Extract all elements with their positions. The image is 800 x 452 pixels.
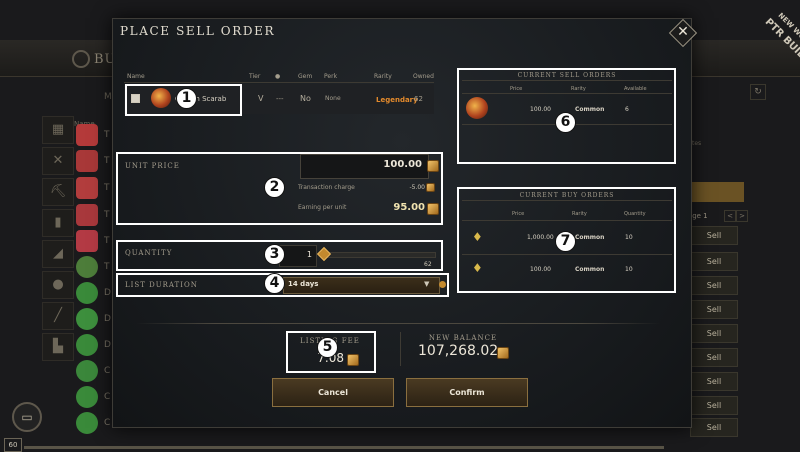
category-tools-icon[interactable]: ⛏ [42,178,74,206]
annotation-number: 3 [264,244,285,265]
annotation-number: 2 [264,177,285,198]
confirm-button[interactable]: Confirm [406,378,528,407]
item-header-tier: Tier [249,73,261,80]
page-prev-button[interactable]: < [724,210,736,222]
list-item[interactable] [76,334,98,356]
item-header-gearscore: ● [275,73,281,80]
sell-button[interactable]: Sell [690,300,738,319]
coin-icon [497,347,509,359]
item-perk: None [325,95,341,102]
item-gear-score: --- [276,95,284,103]
list-item[interactable] [76,177,98,199]
background-text: tes [692,140,702,147]
item-header-gem: Gem [298,73,313,80]
cancel-button[interactable]: Cancel [272,378,394,407]
sell-button[interactable]: Sell [690,324,738,343]
sell-button[interactable]: Sell [690,396,738,415]
section-divider [136,323,660,324]
list-item[interactable] [76,256,98,278]
new-balance-value: 107,268.02 [418,343,499,359]
list-item[interactable] [76,308,98,330]
list-item[interactable] [76,386,98,408]
page-next-button[interactable]: > [736,210,748,222]
buy-tab-icon[interactable] [72,50,90,68]
category-resources-icon[interactable]: ◢ [42,240,74,268]
sell-button[interactable]: Sell [690,252,738,271]
item-gem: No [300,94,311,103]
list-item[interactable] [76,412,98,434]
xp-bar [24,446,664,449]
category-weapons-icon[interactable]: ✕ [42,147,74,175]
chat-icon[interactable]: ▭ [12,402,42,432]
category-grid-icon[interactable]: ▦ [42,116,74,144]
sell-button[interactable]: Sell [690,226,738,245]
list-item[interactable] [76,282,98,304]
background-gold-button[interactable] [688,182,744,202]
category-ammo-icon[interactable]: ╱ [42,302,74,330]
list-item[interactable] [76,204,98,226]
annotation-number: 7 [555,231,576,252]
annotation-number: 6 [555,112,576,133]
annotation-number: 4 [264,273,285,294]
category-consumables-icon[interactable]: ● [42,271,74,299]
list-item[interactable] [76,230,98,252]
category-armor-icon[interactable]: ▮ [42,209,74,237]
dialog-title: PLACE SELL ORDER [120,24,276,38]
fee-divider [400,332,401,366]
ptr-build-badge: NEW WORLD PTR BUILD [700,0,800,100]
new-balance-label: NEW BALANCE [428,334,498,342]
list-item[interactable] [76,124,98,146]
list-item[interactable] [76,360,98,382]
item-header-name: Name [127,73,145,80]
annotation-number: 1 [176,88,197,109]
item-owned: 62 [414,95,423,103]
item-rarity: Legendary [376,96,418,104]
list-item[interactable] [76,150,98,172]
sell-button[interactable]: Sell [690,348,738,367]
sell-button[interactable]: Sell [690,418,738,437]
annotation-number: 5 [317,337,338,358]
category-sidebar: ▦ ✕ ⛏ ▮ ◢ ● ╱ ▙ [42,116,74,366]
sell-button[interactable]: Sell [690,372,738,391]
item-header-rarity: Rarity [374,73,392,80]
category-furniture-icon[interactable]: ▙ [42,333,74,361]
column-m-label: M [104,92,112,102]
item-header-divider [124,82,434,83]
item-tier: V [258,94,264,103]
item-header-owned: Owned [413,73,434,80]
sell-button[interactable]: Sell [690,276,738,295]
close-icon[interactable]: ✕ [674,23,692,41]
item-header-perk: Perk [324,73,338,80]
